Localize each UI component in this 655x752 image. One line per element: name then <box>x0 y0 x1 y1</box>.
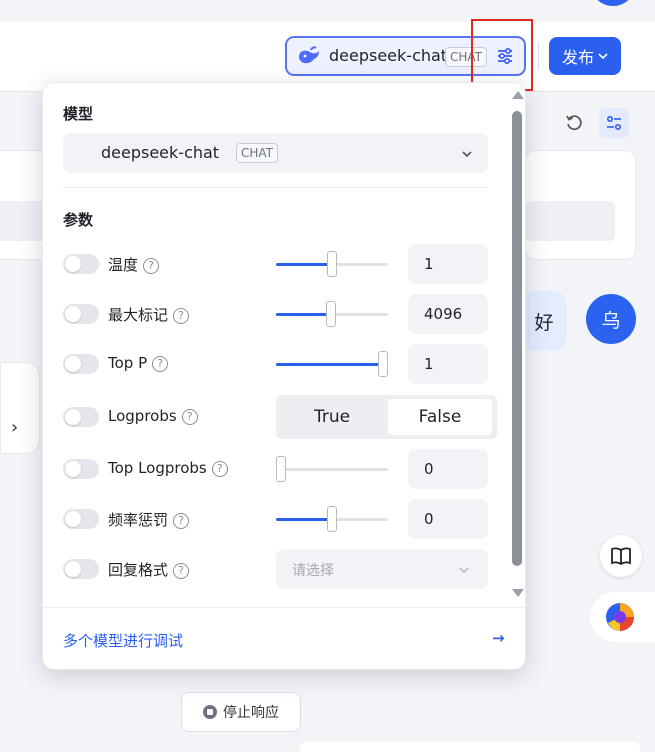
section-divider <box>63 187 488 188</box>
model-settings-popover: 模型 deepseek-chat CHAT 参数 温度? 1 最大标记? 409… <box>42 82 526 670</box>
help-icon[interactable]: ? <box>143 258 160 274</box>
param-row-frequency-penalty: 频率惩罚? 0 <box>63 499 488 539</box>
response-format-select[interactable]: 请选择 <box>276 549 488 589</box>
param-label: Top P <box>108 354 148 372</box>
params-section-title: 参数 <box>63 211 94 229</box>
input-area-fragment <box>300 742 640 752</box>
param-label: 频率惩罚 <box>108 511 169 529</box>
param-row-response-format: 回复格式? 请选择 <box>63 549 488 589</box>
param-slider[interactable] <box>276 351 388 377</box>
param-value-input[interactable]: 0 <box>408 499 488 539</box>
model-chip-tag: CHAT <box>445 47 488 67</box>
param-value-input[interactable]: 0 <box>408 449 488 489</box>
param-value-input[interactable]: 1 <box>408 344 488 384</box>
param-label: Top Logprobs <box>108 459 207 477</box>
param-slider[interactable] <box>276 456 388 482</box>
param-row-top-logprobs: Top Logprobs? 0 <box>63 449 488 489</box>
chevron-down-icon <box>461 145 473 164</box>
segment-option-true[interactable]: True <box>280 399 384 435</box>
param-toggle[interactable] <box>63 509 99 529</box>
debug-toolbar-icons <box>559 108 629 138</box>
help-icon[interactable]: ? <box>211 461 228 477</box>
model-select-dropdown[interactable]: deepseek-chat CHAT <box>63 133 488 173</box>
expand-sidebar-button[interactable]: › <box>0 362 40 454</box>
chevron-right-icon: › <box>11 417 19 438</box>
param-value-input[interactable]: 4096 <box>408 294 488 334</box>
stop-icon <box>203 705 217 719</box>
param-toggle[interactable] <box>63 354 99 374</box>
toolbar-divider <box>538 42 539 70</box>
publish-button[interactable]: 发布 <box>549 37 621 75</box>
param-label: 最大标记 <box>108 306 169 324</box>
param-row-max-tokens: 最大标记? 4096 <box>63 294 488 334</box>
publish-label: 发布 <box>561 50 594 67</box>
help-icon[interactable]: ? <box>152 356 169 372</box>
select-placeholder: 请选择 <box>292 563 334 579</box>
user-message-bubble: 好 <box>522 291 566 351</box>
reset-icon[interactable] <box>559 108 589 138</box>
chevron-down-icon <box>598 47 608 65</box>
param-row-logprobs: Logprobs? True False <box>63 395 497 439</box>
param-toggle[interactable] <box>63 407 99 427</box>
corner-avatar[interactable] <box>590 0 636 6</box>
left-panel-fragment <box>0 150 42 260</box>
param-value-input[interactable]: 1 <box>408 244 488 284</box>
arrow-right-icon[interactable]: → <box>492 629 505 647</box>
param-slider[interactable] <box>276 251 388 277</box>
scrollbar-thumb[interactable] <box>512 111 522 566</box>
help-icon[interactable]: ? <box>181 409 198 425</box>
scroll-down-arrow-icon[interactable] <box>512 589 524 597</box>
selected-model-tag: CHAT <box>236 143 279 163</box>
footer-divider <box>43 607 525 608</box>
selected-model-name: deepseek-chat <box>101 143 220 162</box>
param-slider[interactable] <box>276 301 388 327</box>
help-icon[interactable]: ? <box>173 308 190 324</box>
model-selector-chip[interactable]: deepseek-chat CHAT <box>285 36 526 76</box>
param-toggle[interactable] <box>63 459 99 479</box>
book-icon[interactable] <box>600 535 642 577</box>
param-settings-icon[interactable] <box>599 108 629 138</box>
help-icon[interactable]: ? <box>173 563 190 579</box>
user-avatar: 乌 <box>586 294 636 344</box>
stop-response-label: 停止响应 <box>223 705 279 721</box>
param-row-top-p: Top P? 1 <box>63 344 488 384</box>
param-toggle[interactable] <box>63 559 99 579</box>
param-slider[interactable] <box>276 506 388 532</box>
param-label: 温度 <box>108 256 139 274</box>
help-icon[interactable]: ? <box>173 513 190 529</box>
model-chip-name: deepseek-chat <box>329 46 448 65</box>
param-label: Logprobs <box>108 407 177 425</box>
logprobs-segmented-control: True False <box>276 395 497 439</box>
scroll-up-arrow-icon[interactable] <box>512 91 524 99</box>
model-section-title: 模型 <box>63 105 94 123</box>
right-panel-fragment <box>525 150 636 260</box>
popover-scrollbar[interactable] <box>512 91 524 603</box>
param-row-temperature: 温度? 1 <box>63 244 488 284</box>
multi-model-debug-link[interactable]: 多个模型进行调试 <box>63 630 183 651</box>
param-toggle[interactable] <box>63 254 99 274</box>
param-toggle[interactable] <box>63 304 99 324</box>
chevron-down-icon <box>458 561 470 580</box>
segment-option-false[interactable]: False <box>388 399 492 435</box>
stop-response-button[interactable]: 停止响应 <box>181 692 301 732</box>
param-label: 回复格式 <box>108 561 169 579</box>
sliders-settings-icon[interactable] <box>495 46 515 70</box>
deepseek-whale-icon <box>297 45 321 71</box>
ai-assistant-icon[interactable] <box>590 592 655 642</box>
